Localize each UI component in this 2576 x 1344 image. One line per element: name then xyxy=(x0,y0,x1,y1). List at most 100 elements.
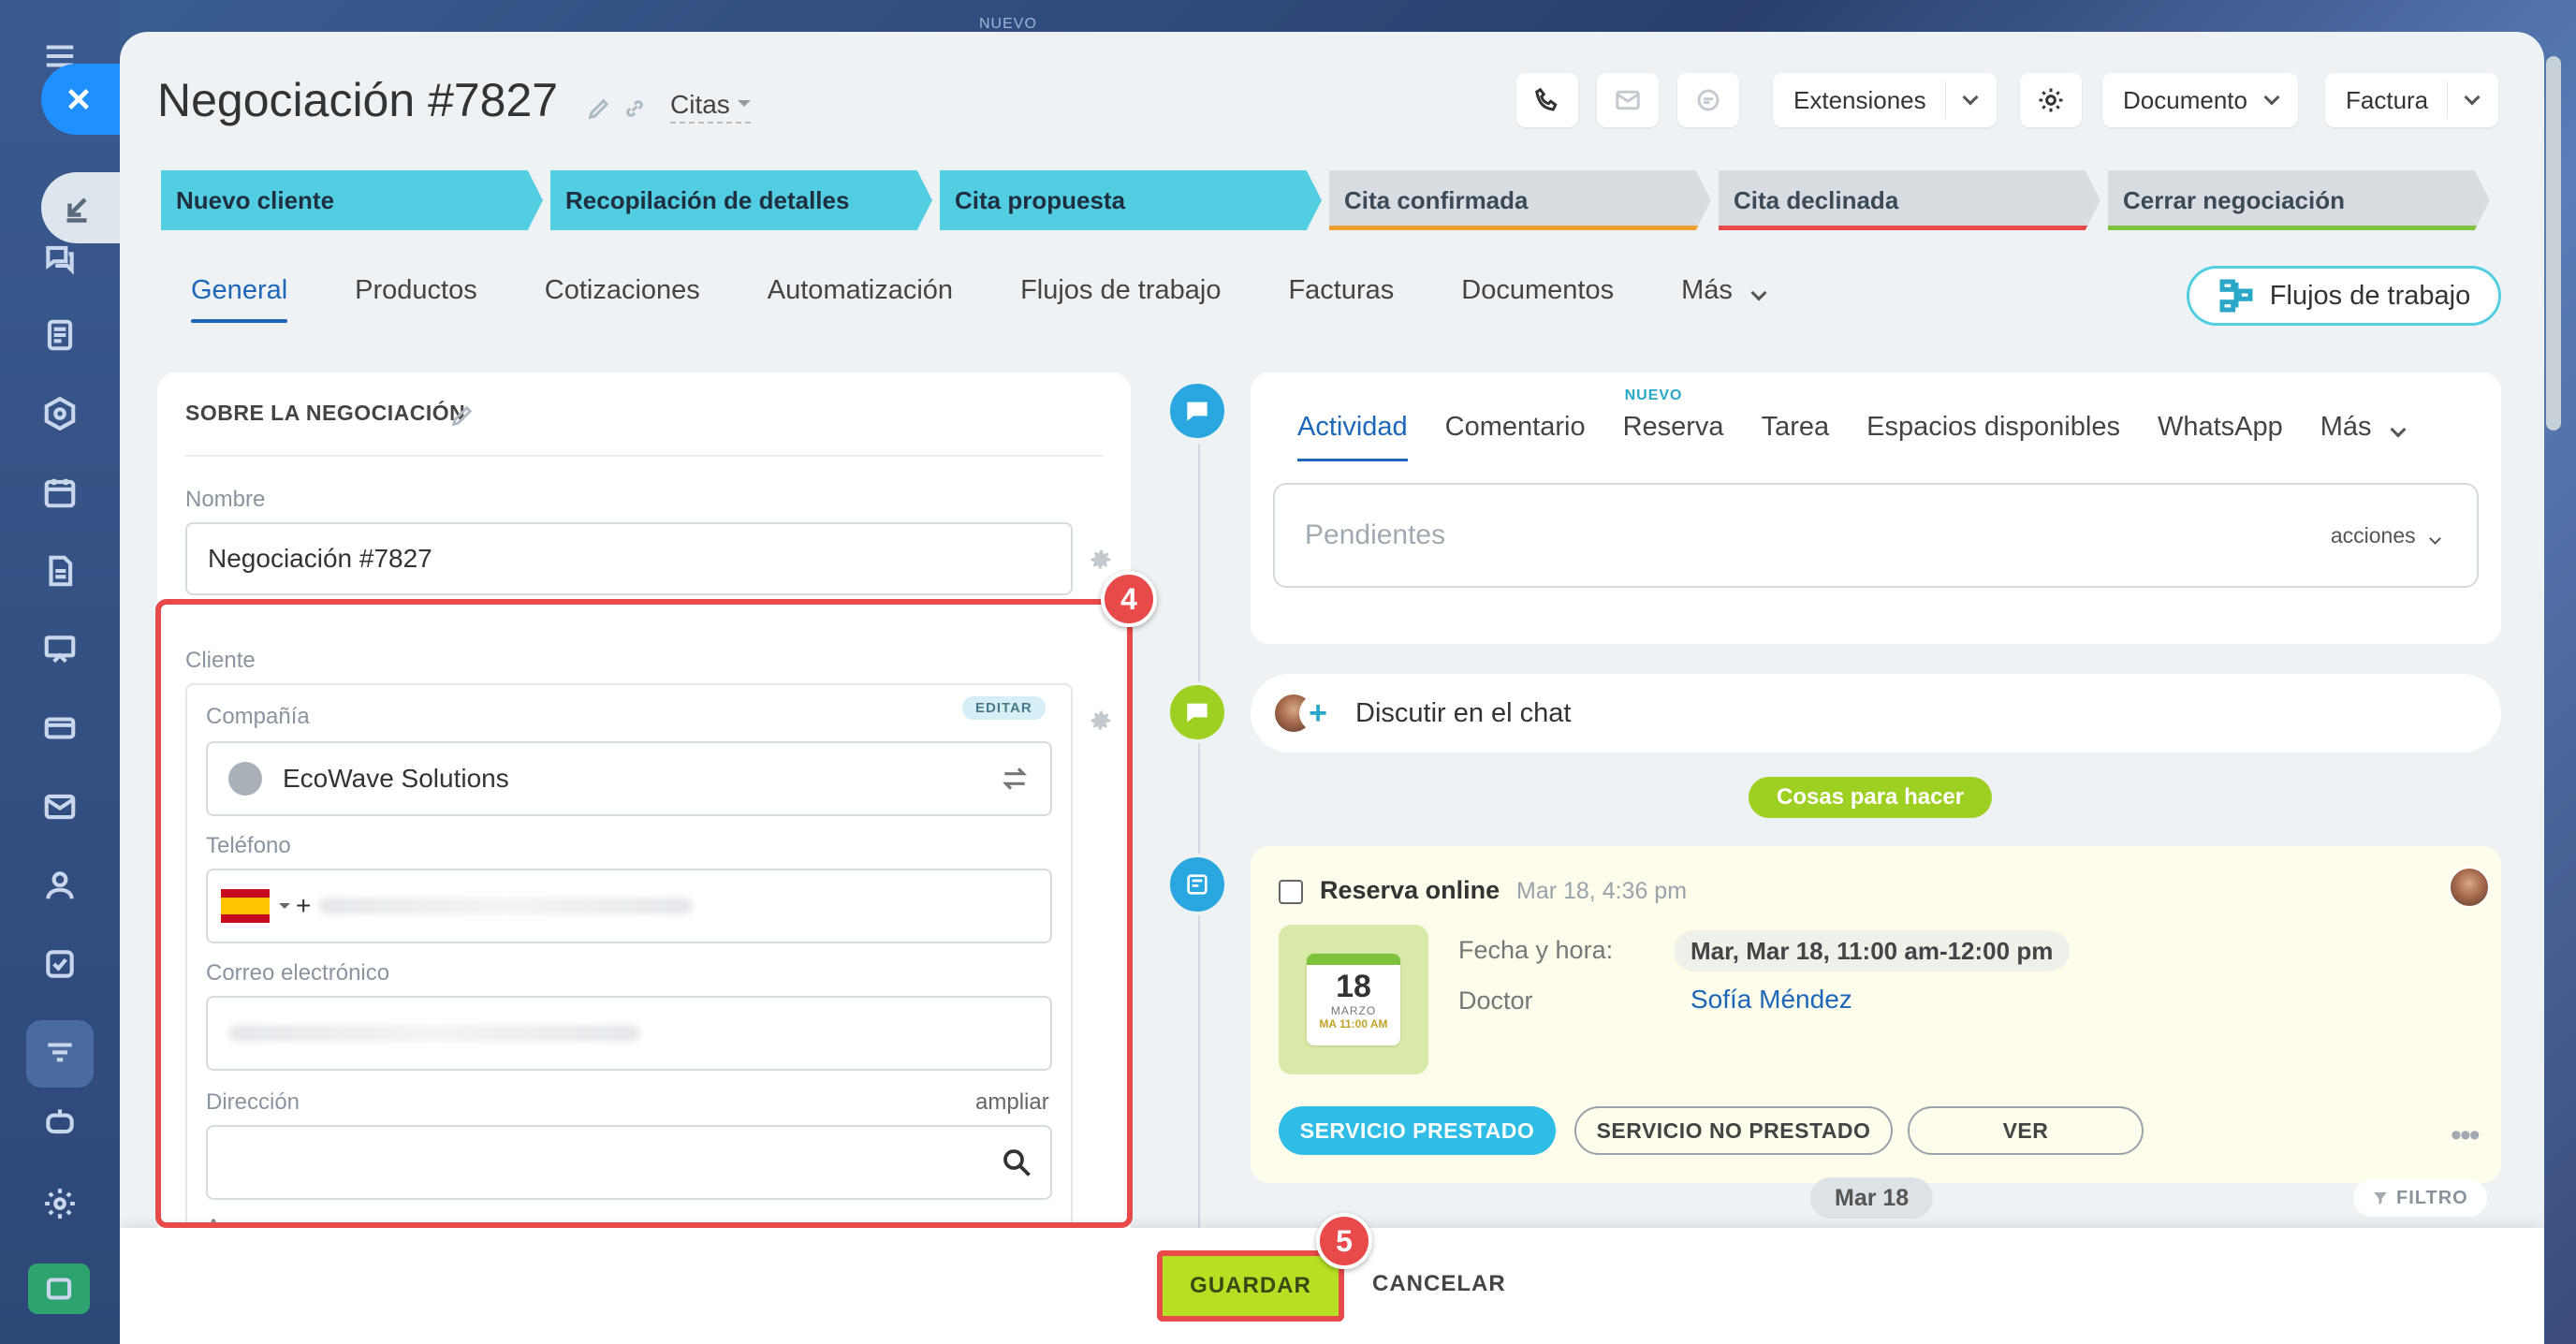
calendar-icon: 18 MARZO MA 11:00 AM xyxy=(1307,954,1400,1045)
stage-5[interactable]: Cita declinada xyxy=(1719,170,2100,230)
booking-checkbox[interactable] xyxy=(1279,880,1303,904)
discuss-in-chat[interactable]: + Discutir en el chat xyxy=(1251,674,2501,752)
contacts-icon[interactable] xyxy=(37,863,82,908)
activity-tabs: Actividad Comentario Reserva NUEVO Tarea … xyxy=(1297,387,2441,461)
tab-activity-more[interactable]: Más xyxy=(2320,412,2407,461)
feed-icon[interactable] xyxy=(37,313,82,358)
add-participant-icon[interactable]: + xyxy=(1299,694,1337,732)
responsible-avatar[interactable] xyxy=(2449,867,2490,908)
stage-underline xyxy=(550,226,932,230)
tab-more-label: Más xyxy=(1681,275,1733,305)
timeline-date: Mar 18 xyxy=(1810,1177,1934,1219)
top-new-label: NUEVO xyxy=(979,16,1037,32)
extensions-label: Extensiones xyxy=(1793,85,1926,114)
actions-label: acciones xyxy=(2330,522,2416,548)
chevron-down-icon xyxy=(1962,89,1979,106)
app-logo-icon[interactable] xyxy=(28,1264,90,1314)
email-button[interactable] xyxy=(1597,73,1659,127)
tab-documents[interactable]: Documentos xyxy=(1461,275,1614,323)
call-button[interactable] xyxy=(1516,73,1578,127)
page-title: Negociación #7827 xyxy=(157,74,559,126)
timeline-comment-dot-icon xyxy=(1166,380,1228,442)
edit-title-icon[interactable] xyxy=(586,95,614,124)
slider-collapse-tab[interactable] xyxy=(41,172,125,243)
tasks-icon[interactable] xyxy=(37,942,82,986)
stage-1[interactable]: Nuevo cliente xyxy=(161,170,543,230)
chevron-down-icon xyxy=(2263,89,2280,106)
document-label: Documento xyxy=(2123,85,2247,114)
tab-automation[interactable]: Automatización xyxy=(768,275,953,323)
tab-more[interactable]: Más xyxy=(1681,275,1767,323)
booking-created-date: Mar 18, 4:36 pm xyxy=(1516,878,1688,904)
stage-label: Cita declinada xyxy=(1734,185,1899,214)
pipeline-selector[interactable]: Citas xyxy=(670,90,751,124)
view-button[interactable]: VER xyxy=(1908,1106,2144,1155)
tab-quotes[interactable]: Cotizaciones xyxy=(545,275,700,323)
document-icon[interactable] xyxy=(37,548,82,593)
cancel-button[interactable]: CANCELAR xyxy=(1372,1271,1506,1297)
tab-task[interactable]: Tarea xyxy=(1762,412,1830,461)
stage-label: Cita propuesta xyxy=(955,185,1126,214)
stage-underline xyxy=(2108,226,2490,230)
doctor-label: Doctor xyxy=(1458,986,1533,1015)
pending-placeholder: Pendientes xyxy=(1305,519,1446,550)
field-settings-gear-icon[interactable] xyxy=(1088,547,1114,577)
tab-whatsapp[interactable]: WhatsApp xyxy=(2158,412,2283,461)
invoice-dropdown[interactable]: Factura xyxy=(2325,73,2499,127)
pending-input[interactable]: Pendientes acciones xyxy=(1273,483,2479,588)
chevron-down-icon xyxy=(1750,285,1767,301)
stage-label: Nuevo cliente xyxy=(176,185,335,214)
gear-icon xyxy=(2039,88,2063,112)
service-not-done-button[interactable]: SERVICIO NO PRESTADO xyxy=(1574,1106,1893,1155)
settings-icon[interactable] xyxy=(37,1181,82,1226)
stage-label: Cita confirmada xyxy=(1344,185,1529,214)
app-sidebar xyxy=(0,0,154,1344)
tab-activity[interactable]: Actividad xyxy=(1297,412,1408,461)
envelope-icon xyxy=(1616,90,1640,110)
tab-invoices[interactable]: Facturas xyxy=(1288,275,1394,323)
service-done-button[interactable]: SERVICIO PRESTADO xyxy=(1279,1106,1556,1155)
edit-section-icon[interactable] xyxy=(449,402,477,431)
tab-comment[interactable]: Comentario xyxy=(1445,412,1586,461)
chat-button[interactable] xyxy=(1677,73,1739,127)
activity-card: Actividad Comentario Reserva NUEVO Tarea … xyxy=(1251,373,2501,644)
settings-button[interactable] xyxy=(2020,73,2082,127)
stage-bar: Nuevo cliente Recopilación de detalles Cit… xyxy=(161,170,2490,230)
timeline-chat-dot-icon xyxy=(1166,681,1228,743)
crm-funnel-icon[interactable] xyxy=(26,1020,94,1088)
tab-booking[interactable]: Reserva NUEVO xyxy=(1623,387,1724,461)
hexagon-icon[interactable] xyxy=(37,391,82,436)
tab-workflows[interactable]: Flujos de trabajo xyxy=(1020,275,1221,323)
highlight-box-client xyxy=(155,599,1133,1228)
workflow-icon xyxy=(2219,279,2253,313)
name-input[interactable]: Negociación #7827 xyxy=(185,522,1073,595)
tab-available-slots[interactable]: Espacios disponibles xyxy=(1866,412,2120,461)
booking-card: Reserva online Mar 18, 4:36 pm 18 MARZO … xyxy=(1251,846,2501,1183)
filter-label: FILTRO xyxy=(2396,1187,2468,1208)
document-dropdown[interactable]: Documento xyxy=(2102,73,2298,127)
scrollbar[interactable] xyxy=(2546,56,2561,431)
link-icon[interactable] xyxy=(622,95,650,124)
card-icon[interactable] xyxy=(37,706,82,751)
tab-products[interactable]: Productos xyxy=(355,275,477,323)
mail-icon[interactable] xyxy=(37,784,82,829)
calendar-tile: 18 MARZO MA 11:00 AM xyxy=(1279,925,1428,1074)
robot-icon[interactable] xyxy=(37,1099,82,1144)
stage-4[interactable]: Cita confirmada xyxy=(1329,170,1711,230)
tab-general[interactable]: General xyxy=(191,275,288,323)
stage-2[interactable]: Recopilación de detalles xyxy=(550,170,932,230)
chat-icon[interactable] xyxy=(37,236,82,281)
close-icon xyxy=(68,89,89,110)
workflows-button[interactable]: Flujos de trabajo xyxy=(2187,266,2501,326)
actions-dropdown[interactable]: acciones xyxy=(2330,522,2441,548)
stage-6[interactable]: Cerrar negociación xyxy=(2108,170,2490,230)
presentation-icon[interactable] xyxy=(37,627,82,672)
calendar-icon[interactable] xyxy=(37,470,82,515)
doctor-link[interactable]: Sofía Méndez xyxy=(1690,985,1852,1015)
stage-3[interactable]: Cita propuesta xyxy=(940,170,1322,230)
save-button[interactable]: GUARDAR xyxy=(1157,1250,1344,1322)
more-options-icon[interactable]: ••• xyxy=(2451,1118,2481,1154)
section-title: SOBRE LA NEGOCIACIÓN xyxy=(185,401,466,425)
filter-button[interactable]: FILTRO xyxy=(2353,1179,2487,1217)
extensions-dropdown[interactable]: Extensiones xyxy=(1773,73,1997,127)
